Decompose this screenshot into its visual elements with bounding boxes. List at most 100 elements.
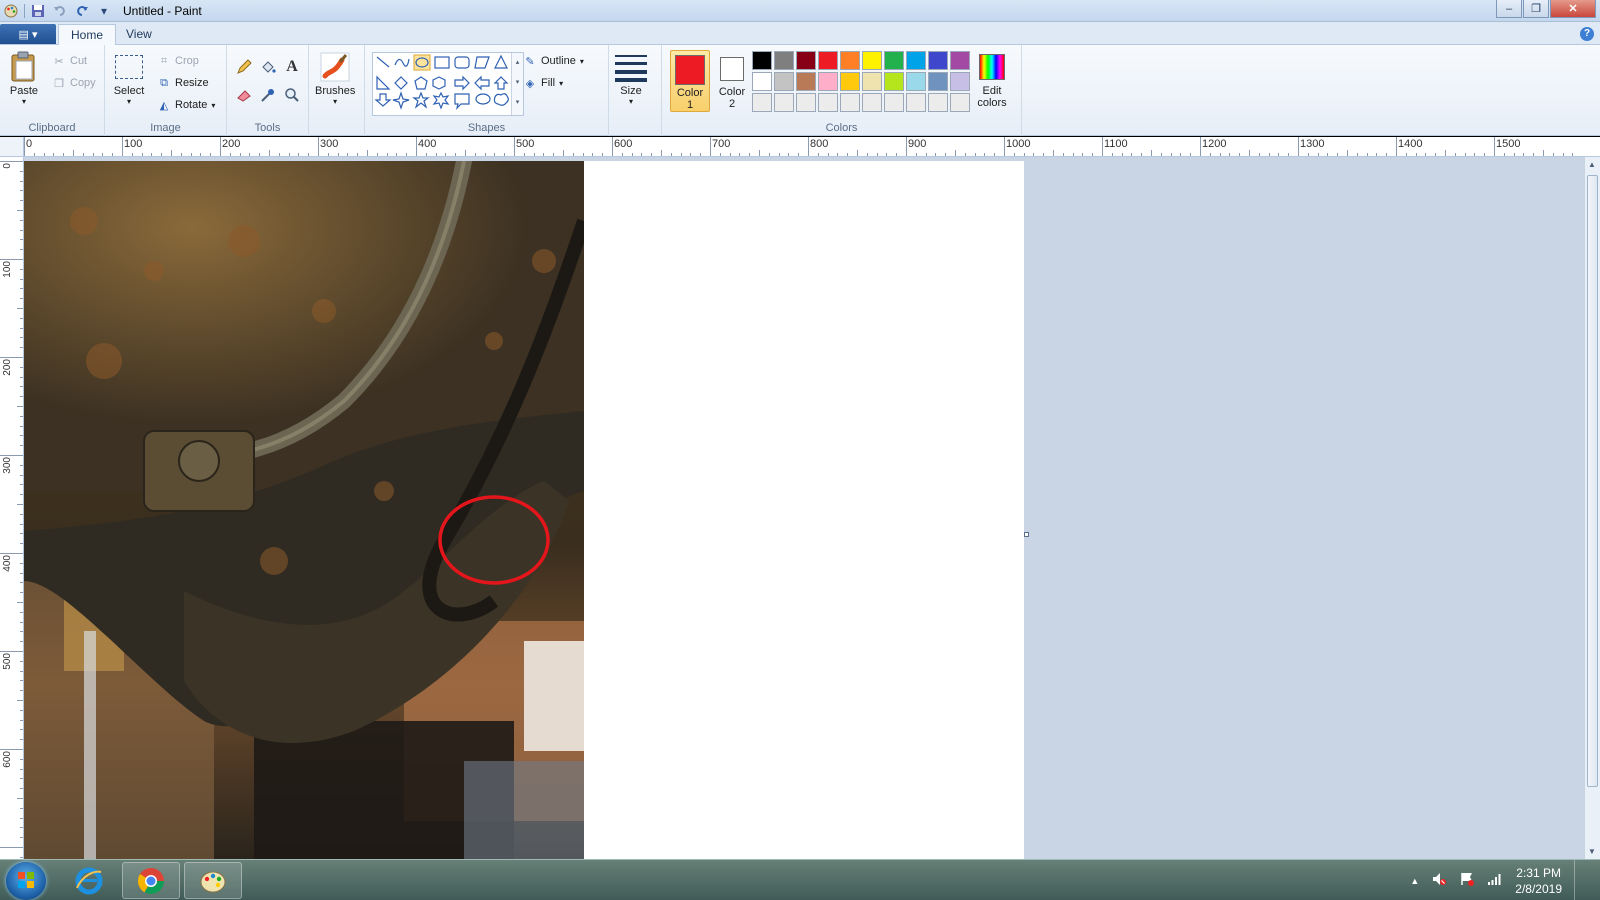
paint-palette-icon[interactable] bbox=[2, 2, 20, 20]
ruler-tick bbox=[514, 137, 515, 156]
outline-button[interactable]: ✎ Outline ▾ bbox=[523, 52, 583, 70]
text-icon[interactable]: A bbox=[281, 57, 303, 77]
palette-swatch[interactable] bbox=[928, 51, 948, 70]
palette-swatch[interactable] bbox=[884, 51, 904, 70]
palette-swatch[interactable] bbox=[796, 72, 816, 91]
scroll-thumb[interactable] bbox=[1587, 175, 1598, 787]
palette-swatch[interactable] bbox=[818, 51, 838, 70]
close-button[interactable]: ✕ bbox=[1550, 0, 1596, 18]
ruler-tick bbox=[63, 153, 64, 156]
pasted-photo[interactable] bbox=[24, 161, 584, 859]
palette-swatch[interactable] bbox=[862, 93, 882, 112]
edit-colors-button[interactable]: Edit colors bbox=[976, 51, 1008, 109]
start-button-icon[interactable] bbox=[6, 862, 46, 900]
palette-swatch[interactable] bbox=[752, 72, 772, 91]
palette-swatch[interactable] bbox=[774, 93, 794, 112]
magnifier-icon[interactable] bbox=[281, 85, 303, 105]
show-hidden-icons-icon[interactable]: ▲ bbox=[1410, 876, 1419, 886]
palette-swatch[interactable] bbox=[774, 72, 794, 91]
ruler-tick bbox=[230, 153, 231, 156]
palette-swatch[interactable] bbox=[774, 51, 794, 70]
ruler-tick bbox=[20, 465, 23, 466]
palette-swatch[interactable] bbox=[906, 51, 926, 70]
ruler-tick bbox=[1161, 153, 1162, 156]
palette-swatch[interactable] bbox=[840, 72, 860, 91]
paste-button[interactable]: Paste ▾ bbox=[8, 51, 40, 106]
fill-button[interactable]: ◈ Fill ▾ bbox=[523, 74, 563, 92]
ruler-tick bbox=[1318, 153, 1319, 156]
save-icon[interactable] bbox=[29, 2, 47, 20]
palette-swatch[interactable] bbox=[862, 51, 882, 70]
fill-bucket-icon[interactable] bbox=[257, 57, 279, 77]
clock[interactable]: 2:31 PM 2/8/2019 bbox=[1515, 865, 1562, 897]
cut-button[interactable]: ✂ Cut bbox=[52, 52, 87, 70]
palette-swatch[interactable] bbox=[906, 93, 926, 112]
volume-muted-icon[interactable] bbox=[1431, 871, 1447, 890]
color1-swatch bbox=[675, 55, 705, 85]
palette-swatch[interactable] bbox=[818, 72, 838, 91]
tab-home[interactable]: Home bbox=[58, 24, 117, 46]
ruler-tick bbox=[524, 153, 525, 156]
dropdown-arrow-icon[interactable]: ▾ bbox=[95, 2, 113, 20]
color2-button[interactable]: Color 2 bbox=[712, 50, 752, 112]
copy-button[interactable]: ❐ Copy bbox=[52, 74, 96, 92]
rotate-button[interactable]: ◭ Rotate ▾ bbox=[157, 96, 216, 114]
ruler-tick bbox=[671, 153, 672, 156]
palette-swatch[interactable] bbox=[950, 93, 970, 112]
paint-menu-button[interactable]: ▤ ▾ bbox=[0, 24, 56, 44]
ruler-tick bbox=[416, 137, 417, 156]
ruler-tick bbox=[20, 592, 23, 593]
brushes-button[interactable]: Brushes ▾ bbox=[315, 51, 355, 106]
size-button[interactable]: Size ▾ bbox=[615, 51, 647, 106]
paint-icon[interactable] bbox=[184, 862, 242, 899]
palette-swatch[interactable] bbox=[950, 51, 970, 70]
tab-view[interactable]: View bbox=[114, 24, 164, 46]
select-button[interactable]: Select ▾ bbox=[113, 51, 145, 106]
vertical-scrollbar[interactable]: ▲ ▼ bbox=[1584, 157, 1600, 859]
shapes-gallery: ▴ ▾ ▾ bbox=[372, 52, 524, 116]
scroll-up-icon[interactable]: ▲ bbox=[1588, 160, 1596, 169]
redo-icon[interactable] bbox=[73, 2, 91, 20]
palette-swatch[interactable] bbox=[884, 72, 904, 91]
action-center-icon[interactable] bbox=[1459, 871, 1475, 890]
ruler-tick bbox=[20, 230, 23, 231]
chrome-icon[interactable] bbox=[122, 862, 180, 899]
minimize-button[interactable]: ‒ bbox=[1496, 0, 1522, 18]
ruler-tick bbox=[1229, 153, 1230, 156]
palette-swatch[interactable] bbox=[950, 72, 970, 91]
palette-swatch[interactable] bbox=[840, 93, 860, 112]
color1-button[interactable]: Color 1 bbox=[670, 50, 710, 112]
ruler-tick bbox=[886, 153, 887, 156]
palette-swatch[interactable] bbox=[818, 93, 838, 112]
copy-label: Copy bbox=[70, 77, 96, 89]
help-icon[interactable]: ? bbox=[1580, 27, 1594, 41]
restore-button[interactable]: ❐ bbox=[1523, 0, 1549, 18]
palette-swatch[interactable] bbox=[752, 93, 772, 112]
shapes-scroll[interactable]: ▴ ▾ ▾ bbox=[511, 53, 523, 115]
scroll-down-icon[interactable]: ▼ bbox=[1588, 847, 1596, 856]
show-desktop-button[interactable] bbox=[1574, 860, 1586, 900]
palette-swatch[interactable] bbox=[928, 93, 948, 112]
drawing-canvas[interactable] bbox=[24, 161, 1024, 859]
eraser-icon[interactable] bbox=[233, 85, 255, 105]
palette-swatch[interactable] bbox=[928, 72, 948, 91]
color-picker-icon[interactable] bbox=[257, 85, 279, 105]
palette-swatch[interactable] bbox=[840, 51, 860, 70]
pencil-icon[interactable] bbox=[233, 57, 255, 77]
palette-swatch[interactable] bbox=[862, 72, 882, 91]
crop-button[interactable]: ⌗ Crop bbox=[157, 52, 199, 70]
canvas-area[interactable] bbox=[24, 157, 1584, 859]
palette-swatch[interactable] bbox=[906, 72, 926, 91]
network-icon[interactable] bbox=[1487, 871, 1503, 890]
internet-explorer-icon[interactable] bbox=[60, 862, 118, 899]
resize-button[interactable]: ⧉ Resize bbox=[157, 74, 209, 92]
palette-swatch[interactable] bbox=[752, 51, 772, 70]
ruler-tick bbox=[20, 514, 23, 515]
palette-swatch[interactable] bbox=[796, 93, 816, 112]
ruler-tick bbox=[984, 153, 985, 156]
ruler-tick bbox=[1465, 153, 1466, 156]
palette-swatch[interactable] bbox=[796, 51, 816, 70]
canvas-resize-handle[interactable] bbox=[1024, 532, 1029, 537]
undo-icon[interactable] bbox=[51, 2, 69, 20]
palette-swatch[interactable] bbox=[884, 93, 904, 112]
